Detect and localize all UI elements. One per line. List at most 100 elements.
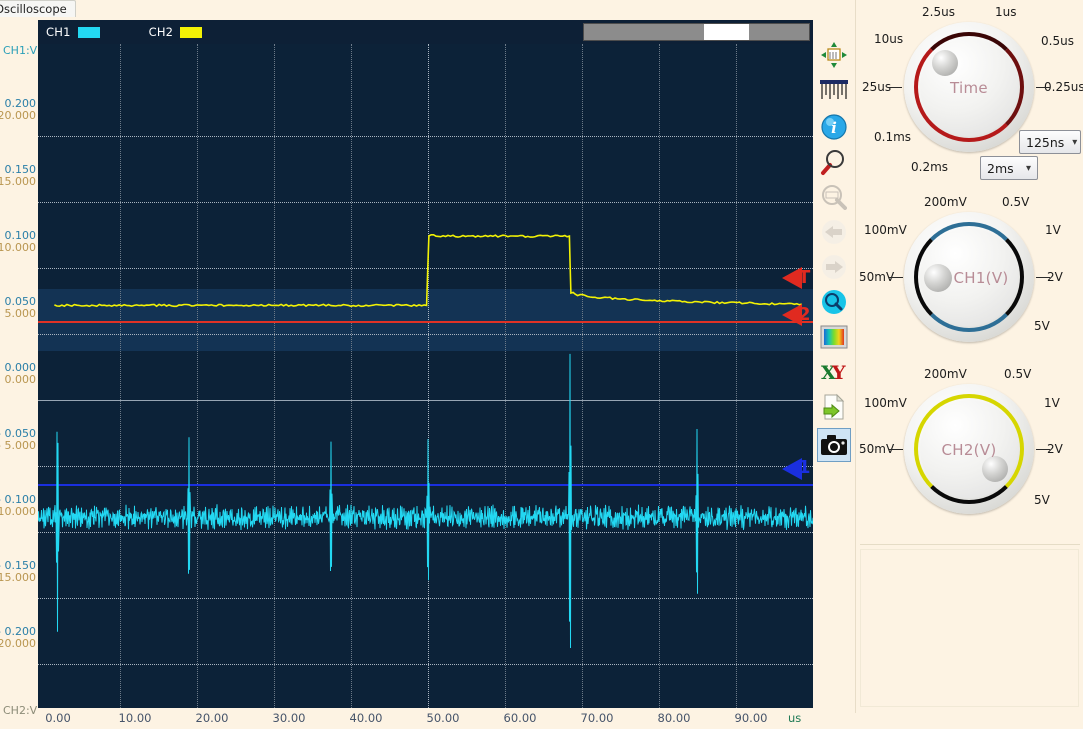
- waveform-canvas[interactable]: [38, 44, 813, 708]
- time-tick-line-left: [888, 87, 902, 88]
- ch1-tick-100mv: 100mV: [864, 223, 907, 237]
- y-tick-ch2: - 5.000: [0, 440, 36, 452]
- ch1-tick-1v: 1V: [1045, 223, 1061, 237]
- legend-swatch-ch2: [179, 26, 203, 39]
- color-palette-icon[interactable]: [817, 320, 851, 354]
- scope-panel: CH1 CH2: [0, 18, 855, 713]
- x-tick-label: 10.00: [119, 711, 152, 725]
- legend-item-ch2[interactable]: CH2: [149, 25, 204, 39]
- x-tick-label: 0.00: [45, 711, 71, 725]
- y-tick-ch2: - 20.000: [0, 638, 36, 650]
- x-axis-labels: 0.0010.0020.0030.0040.0050.0060.0070.008…: [38, 711, 853, 729]
- ch2-tick-0.5v: 0.5V: [1004, 367, 1031, 381]
- ch2-tick-100mv: 100mV: [864, 396, 907, 410]
- y-tick-label: 0.20020.000: [0, 98, 36, 122]
- time-tick-line-right: [1036, 87, 1050, 88]
- legend-label-ch1: CH1: [46, 25, 71, 39]
- sample-rate-select[interactable]: 125ns ▾: [1019, 130, 1081, 154]
- time-control-group: Time 1us 0.5us 0.25us 0.2ms 0.1ms 25us 1…: [856, 0, 1083, 190]
- y-tick-ch2: 5.000: [5, 308, 37, 320]
- tab-oscilloscope[interactable]: Oscilloscope: [0, 0, 76, 17]
- marker-label-ch1: 1: [798, 459, 811, 477]
- ch2-knob-indicator: [982, 456, 1008, 482]
- time-range-value: 2ms: [987, 161, 1018, 176]
- time-knob-indicator: [932, 50, 958, 76]
- time-range-select[interactable]: 2ms ▾: [980, 156, 1038, 180]
- ch1-tick-5v: 5V: [1034, 319, 1050, 333]
- trace-ch1: [38, 44, 813, 708]
- x-tick-label: 20.00: [196, 711, 229, 725]
- undo-arrow-icon[interactable]: [817, 215, 851, 249]
- sample-rate-value: 125ns: [1026, 135, 1064, 150]
- ch1-tick-0.5v: 0.5V: [1002, 195, 1029, 209]
- y-tick-label: - 0.150- 15.000: [0, 560, 36, 584]
- time-tick-0.2ms: 0.2ms: [911, 160, 948, 174]
- y-tick-label: 0.0505.000: [5, 296, 37, 320]
- xy-mode-icon[interactable]: X Y: [817, 355, 851, 389]
- svg-text:i: i: [831, 119, 837, 137]
- export-file-icon[interactable]: [817, 390, 851, 424]
- ch2-knob-label: CH2(V): [904, 441, 1034, 459]
- x-tick-label: 30.00: [273, 711, 306, 725]
- horizontal-scrollbar[interactable]: [583, 23, 810, 41]
- y-axis-title-ch2: CH2:V: [3, 704, 37, 717]
- x-tick-label: 50.00: [427, 711, 460, 725]
- y-tick-label: - 0.050- 5.000: [0, 428, 36, 452]
- ch2-tick-200mv: 200mV: [924, 367, 967, 381]
- info-icon[interactable]: i: [817, 110, 851, 144]
- ch1-knob-label: CH1(V): [916, 269, 1046, 287]
- ch2-knob[interactable]: CH2(V): [904, 384, 1034, 514]
- y-tick-label: 0.10010.000: [0, 230, 36, 254]
- panel-divider: [860, 544, 1080, 545]
- ch1-knob[interactable]: CH1(V): [904, 212, 1034, 342]
- zoom-fit-icon[interactable]: [817, 285, 851, 319]
- y-tick-label: - 0.100- 10.000: [0, 494, 36, 518]
- channel-legend: CH1 CH2: [38, 20, 203, 44]
- time-tick-1us: 1us: [995, 5, 1017, 19]
- scrollbar-thumb[interactable]: [704, 24, 749, 40]
- chevron-down-icon: ▾: [1026, 163, 1031, 174]
- y-tick-label: 0.0000.000: [5, 362, 37, 386]
- time-knob-label: Time: [904, 79, 1034, 97]
- ch2-control-group: CH2(V) 0.5V 1V 2V 5V 50mV 100mV 200mV: [856, 362, 1083, 538]
- control-panel: Time 1us 0.5us 0.25us 0.2ms 0.1ms 25us 1…: [855, 0, 1083, 713]
- time-tick-25us: 25us: [862, 80, 891, 94]
- camera-icon[interactable]: [817, 428, 851, 462]
- y-axis-labels: 0.20020.000 0.15015.000 0.10010.000 0.0505.…: [0, 44, 38, 708]
- ch1-tick-line-right: [1036, 277, 1050, 278]
- x-tick-label: 80.00: [658, 711, 691, 725]
- x-tick-label: 40.00: [350, 711, 383, 725]
- ch1-control-group: CH1(V) 0.5V 1V 2V 5V 50mV 100mV 200mV: [856, 190, 1083, 362]
- y-tick-ch2: 0.000: [5, 374, 37, 386]
- x-tick-label: 60.00: [504, 711, 537, 725]
- legend-swatch-ch1: [77, 26, 101, 39]
- ch2-tick-line-left: [889, 449, 903, 450]
- redo-arrow-icon[interactable]: [817, 250, 851, 284]
- svg-text:Y: Y: [831, 362, 846, 384]
- zoom-in-icon[interactable]: [817, 145, 851, 179]
- time-knob[interactable]: Time: [904, 22, 1034, 152]
- y-tick-ch2: 10.000: [0, 242, 36, 254]
- legend-item-ch1[interactable]: CH1: [46, 25, 101, 39]
- ch2-tick-5v: 5V: [1034, 493, 1050, 507]
- time-tick-10us: 10us: [874, 32, 903, 46]
- pan-move-icon[interactable]: [817, 38, 851, 72]
- ch2-tick-line-right: [1036, 449, 1050, 450]
- scope-toolbar: i: [815, 38, 853, 463]
- y-tick-label: - 0.200- 20.000: [0, 626, 36, 650]
- y-axis-title-ch1: CH1:V: [3, 44, 37, 57]
- x-tick-label: 90.00: [735, 711, 768, 725]
- time-tick-0.1ms: 0.1ms: [874, 130, 911, 144]
- plot-header-strip: CH1 CH2: [38, 20, 813, 44]
- x-axis-unit: us: [788, 711, 801, 725]
- ruler-comb-icon[interactable]: [817, 73, 851, 107]
- y-tick-ch2: - 10.000: [0, 506, 36, 518]
- empty-panel-area: [860, 549, 1079, 707]
- ch2-tick-1v: 1V: [1044, 396, 1060, 410]
- legend-label-ch2: CH2: [149, 25, 174, 39]
- marker-label-ch2: 2: [798, 306, 811, 324]
- chevron-down-icon: ▾: [1072, 137, 1077, 148]
- zoom-out-icon[interactable]: [817, 180, 851, 214]
- ch1-tick-200mv: 200mV: [924, 195, 967, 209]
- y-tick-label: 0.15015.000: [0, 164, 36, 188]
